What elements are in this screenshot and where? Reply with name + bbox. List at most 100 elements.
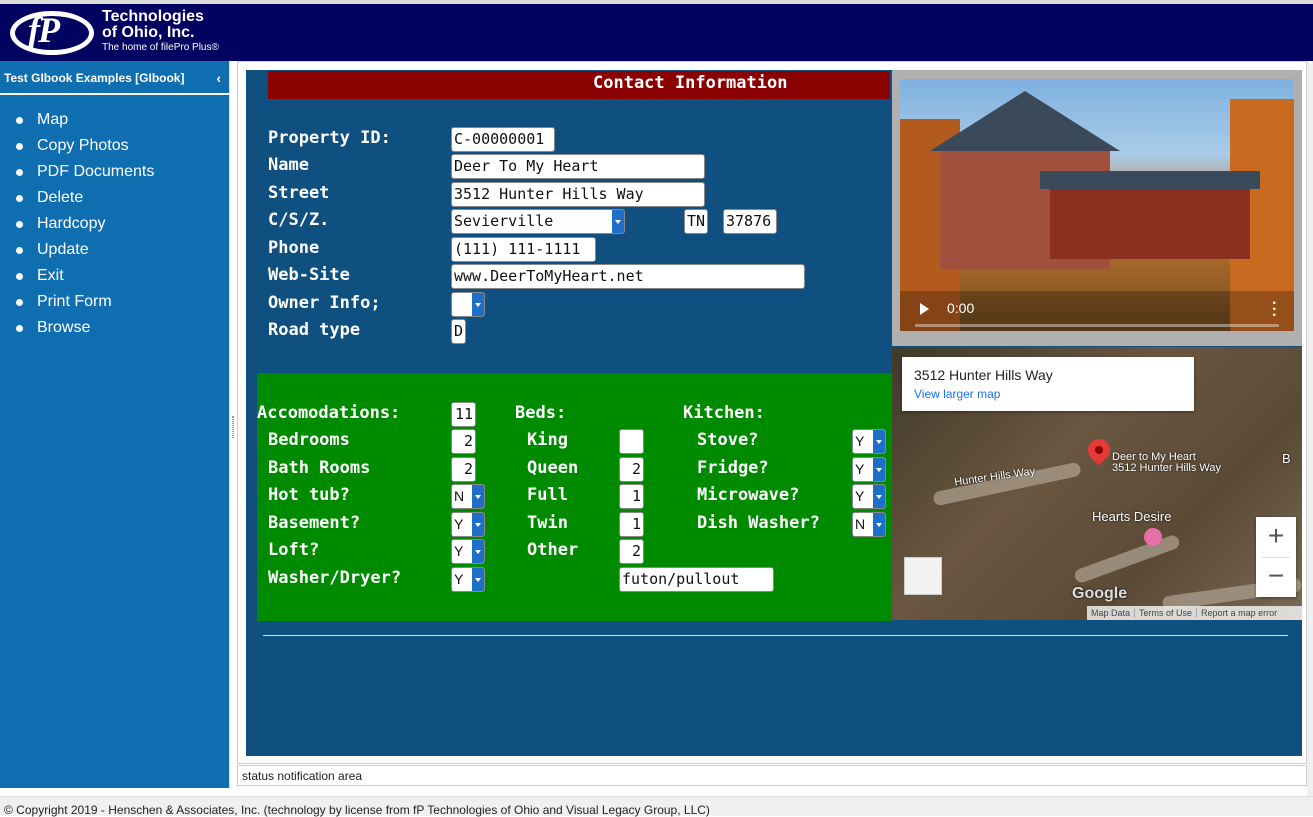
- form-title-bar: Contact Information: [268, 71, 890, 99]
- street-label: Street: [268, 183, 330, 203]
- bullet-icon: [16, 273, 23, 280]
- other-field[interactable]: 2: [619, 539, 644, 564]
- bullet-icon: [16, 169, 23, 176]
- loft-select[interactable]: Y: [451, 539, 485, 564]
- website-label: Web-Site: [268, 265, 350, 285]
- basement-select[interactable]: Y: [451, 512, 485, 537]
- logo-line-2: of Ohio, Inc.: [102, 24, 195, 41]
- sidebar-item-exit[interactable]: Exit: [0, 263, 154, 289]
- king-label: King: [527, 430, 568, 450]
- play-icon[interactable]: [920, 303, 929, 315]
- fridge-select[interactable]: Y: [852, 457, 886, 482]
- dropdown-arrow-icon: [472, 540, 484, 563]
- owner-info-select[interactable]: [451, 292, 485, 317]
- beds-label: Beds:: [515, 403, 567, 423]
- zoom-out-button[interactable]: −: [1256, 557, 1296, 597]
- logo-tagline: The home of filePro Plus®: [102, 42, 219, 53]
- name-field[interactable]: Deer To My Heart: [451, 154, 705, 179]
- sidebar-item-print-form[interactable]: Print Form: [0, 289, 154, 315]
- terms-link[interactable]: Terms of Use: [1135, 608, 1198, 618]
- dropdown-arrow-icon: [873, 485, 885, 508]
- lodging-poi-icon[interactable]: [1144, 528, 1162, 546]
- other-note-field[interactable]: futon/pullout: [619, 567, 774, 592]
- dropdown-arrow-icon: [472, 568, 484, 591]
- dropdown-arrow-icon: [472, 293, 484, 316]
- property-id-label: Property ID:: [268, 128, 391, 148]
- sidebar-item-copy-photos[interactable]: Copy Photos: [0, 133, 154, 159]
- report-error-link[interactable]: Report a map error: [1197, 608, 1281, 618]
- sidebar-item-pdf-documents[interactable]: PDF Documents: [0, 159, 154, 185]
- street-field[interactable]: 3512 Hunter Hills Way: [451, 182, 705, 207]
- city-select[interactable]: Sevierville: [451, 209, 625, 234]
- other-label: Other: [527, 540, 579, 560]
- copyright-footer: © Copyright 2019 - Henschen & Associates…: [0, 796, 1313, 817]
- queen-field[interactable]: 2: [619, 457, 644, 482]
- stove-label: Stove?: [697, 430, 759, 450]
- hot-tub-select[interactable]: N: [451, 484, 485, 509]
- sidebar-title-text: Test GIbook Examples [GIbook]: [4, 71, 185, 85]
- bathrooms-field[interactable]: 2: [451, 457, 476, 482]
- sidebar: Test GIbook Examples [GIbook] ‹ Map Copy…: [0, 61, 229, 788]
- sidebar-item-browse[interactable]: Browse: [0, 315, 154, 341]
- state-field[interactable]: TN: [684, 209, 708, 234]
- sidebar-item-update[interactable]: Update: [0, 237, 154, 263]
- kitchen-label: Kitchen:: [683, 403, 765, 423]
- fridge-label: Fridge?: [697, 458, 769, 478]
- zip-field[interactable]: 37876: [723, 209, 777, 234]
- microwave-select[interactable]: Y: [852, 484, 886, 509]
- dropdown-arrow-icon: [873, 458, 885, 481]
- more-options-icon[interactable]: · · ·: [1272, 296, 1277, 324]
- king-field[interactable]: [619, 429, 644, 454]
- bullet-icon: [16, 117, 23, 124]
- property-video[interactable]: 0:00 · · ·: [900, 79, 1294, 331]
- map-attribution: Map Data Terms of Use Report a map error: [1087, 606, 1302, 620]
- map-info-card: 3512 Hunter Hills Way View larger map: [902, 357, 1194, 411]
- bullet-icon: [16, 221, 23, 228]
- bullet-icon: [16, 325, 23, 332]
- sidebar-item-delete[interactable]: Delete: [0, 185, 154, 211]
- phone-field[interactable]: (111) 111-1111: [451, 237, 596, 262]
- csz-label: C/S/Z.: [268, 210, 330, 230]
- video-time: 0:00: [947, 300, 975, 316]
- view-larger-map-link[interactable]: View larger map: [914, 387, 1000, 401]
- bullet-icon: [16, 195, 23, 202]
- sidebar-splitter[interactable]: [229, 61, 237, 788]
- poi-label: Hearts Desire: [1092, 509, 1172, 524]
- map-type-thumbnail[interactable]: [904, 557, 942, 595]
- twin-field[interactable]: 1: [619, 512, 644, 537]
- name-label: Name: [268, 155, 309, 175]
- zoom-in-button[interactable]: +: [1256, 517, 1296, 557]
- washer-dryer-select[interactable]: Y: [451, 567, 485, 592]
- bullet-icon: [16, 299, 23, 306]
- bullet-icon: [16, 143, 23, 150]
- form-title: Contact Information: [593, 73, 788, 93]
- dropdown-arrow-icon: [873, 513, 885, 536]
- page-scrollbar[interactable]: [1307, 61, 1313, 796]
- dropdown-arrow-icon: [472, 513, 484, 536]
- google-logo: Google: [1072, 585, 1128, 602]
- website-field[interactable]: www.DeerToMyHeart.net: [451, 264, 805, 289]
- hot-tub-label: Hot tub?: [268, 485, 350, 505]
- phone-label: Phone: [268, 238, 320, 258]
- stove-select[interactable]: Y: [852, 429, 886, 454]
- pin-label-address: 3512 Hunter Hills Way: [1112, 462, 1222, 474]
- zoom-controls: + −: [1256, 517, 1296, 597]
- full-field[interactable]: 1: [619, 484, 644, 509]
- bathrooms-label: Bath Rooms: [268, 458, 371, 478]
- embedded-map[interactable]: 3512 Hunter Hills Way View larger map De…: [892, 347, 1302, 620]
- sidebar-item-hardcopy[interactable]: Hardcopy: [0, 211, 154, 237]
- map-address: 3512 Hunter Hills Way: [914, 367, 1053, 383]
- accommodations-field[interactable]: 11: [451, 402, 476, 427]
- map-edge-label: B: [1282, 451, 1291, 466]
- collapse-chevron-icon[interactable]: ‹: [216, 70, 221, 86]
- sidebar-item-map[interactable]: Map: [0, 107, 154, 133]
- bedrooms-field[interactable]: 2: [451, 429, 476, 454]
- twin-label: Twin: [527, 513, 568, 533]
- road-type-field[interactable]: D: [451, 319, 466, 344]
- video-progress-bar[interactable]: [915, 324, 1279, 327]
- property-id-field[interactable]: C-00000001: [451, 127, 555, 152]
- microwave-label: Microwave?: [697, 485, 800, 505]
- sidebar-title: Test GIbook Examples [GIbook] ‹: [0, 64, 229, 95]
- dish-washer-select[interactable]: N: [852, 512, 886, 537]
- map-data-link[interactable]: Map Data: [1087, 608, 1136, 618]
